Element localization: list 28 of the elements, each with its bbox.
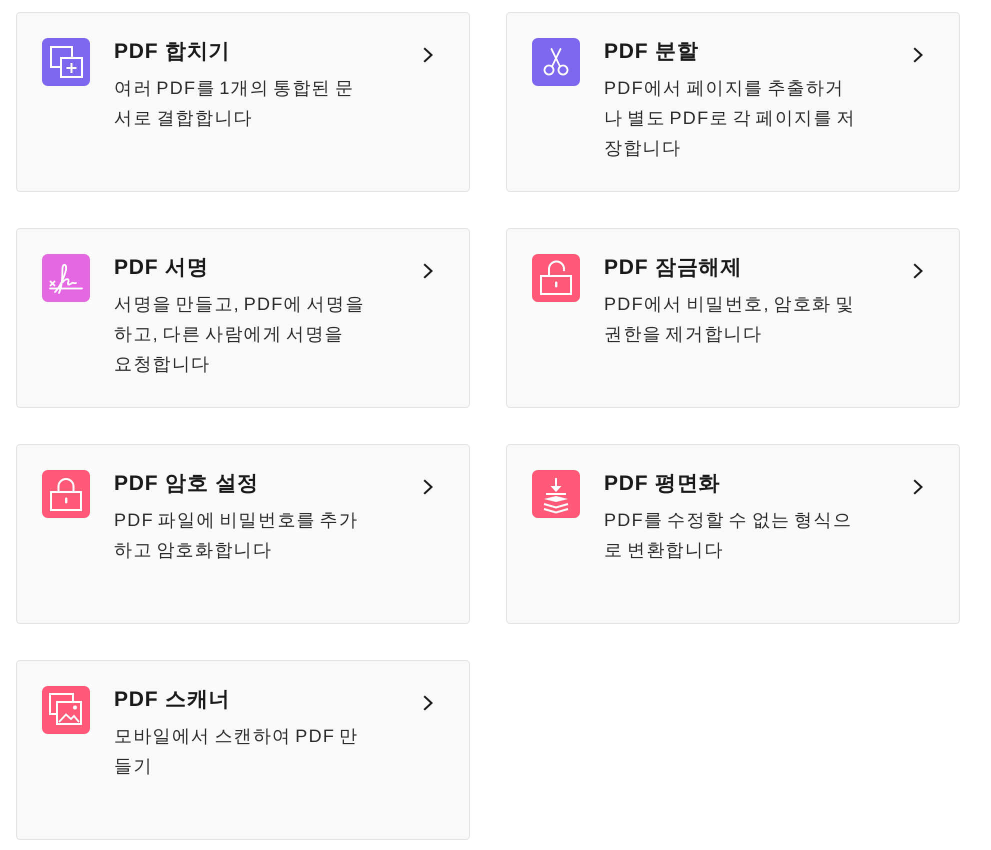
chevron-right-icon <box>423 695 433 711</box>
tool-title: PDF 암호 설정 <box>114 471 260 497</box>
tool-description: 서명을 만들고, PDF에 서명을 하고, 다른 사람에게 서명을 요청합니다 <box>114 293 366 376</box>
tool-card[interactable]: PDF 스캐너 모바일에서 스캔하여 PDF 만들기 <box>16 660 470 840</box>
chevron-right-icon <box>423 263 433 279</box>
tool-description: PDF에서 비밀번호, 암호화 및 권한을 제거합니다 <box>604 293 856 346</box>
tool-title: PDF 서명 <box>114 255 210 281</box>
tool-title: PDF 분할 <box>604 39 700 65</box>
tool-description: PDF에서 페이지를 추출하거나 별도 PDF로 각 페이지를 저장합니다 <box>604 77 856 160</box>
tool-description: PDF를 수정할 수 없는 형식으로 변환합니다 <box>604 509 854 562</box>
tool-card[interactable]: PDF 잠금해제 PDF에서 비밀번호, 암호화 및 권한을 제거합니다 <box>506 228 960 408</box>
tool-description: PDF 파일에 비밀번호를 추가하고 암호화합니다 <box>114 509 360 562</box>
tool-title: PDF 잠금해제 <box>604 255 744 281</box>
chevron-right-icon <box>913 263 923 279</box>
tool-card[interactable]: PDF 암호 설정 PDF 파일에 비밀번호를 추가하고 암호화합니다 <box>16 444 470 624</box>
chevron-right-icon <box>423 47 433 63</box>
tool-card[interactable]: PDF 분할 PDF에서 페이지를 추출하거나 별도 PDF로 각 페이지를 저장합니다 <box>506 12 960 192</box>
tool-description: 모바일에서 스캔하여 PDF 만들기 <box>114 725 360 778</box>
tool-title: PDF 평면화 <box>604 471 722 497</box>
chevron-right-icon <box>423 479 433 495</box>
chevron-right-icon <box>913 479 923 495</box>
tool-card[interactable]: PDF 평면화 PDF를 수정할 수 없는 형식으로 변환합니다 <box>506 444 960 624</box>
tool-card[interactable]: PDF 서명 서명을 만들고, PDF에 서명을 하고, 다른 사람에게 서명을 요청합니다 <box>16 228 470 408</box>
tool-card[interactable]: PDF 합치기 여러 PDF를 1개의 통합된 문서로 결합합니다 <box>16 12 470 192</box>
tool-title: PDF 합치기 <box>114 39 232 65</box>
chevron-right-icon <box>913 47 923 63</box>
tool-description: 여러 PDF를 1개의 통합된 문서로 결합합니다 <box>114 77 356 130</box>
tool-title: PDF 스캐너 <box>114 687 232 713</box>
